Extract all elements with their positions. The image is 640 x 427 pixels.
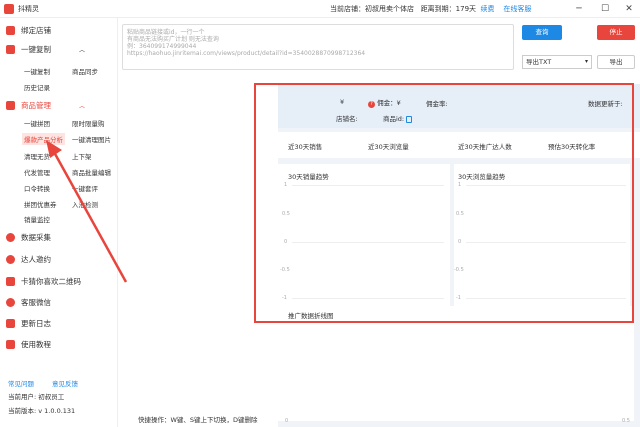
sub-dropship[interactable]: 代发管理 [24, 167, 50, 177]
book-icon [6, 340, 15, 349]
sidebar [0, 18, 118, 427]
export-format-select[interactable]: 导出TXT ▾ [522, 55, 592, 69]
support-link[interactable]: 在线客服 [503, 5, 531, 13]
sub-clean-images[interactable]: 一键清理图片 [72, 134, 111, 144]
sub-hot-product-analysis[interactable]: 爆款产品分析 [22, 133, 65, 145]
menu-influencer[interactable]: 达人邀约 [6, 254, 51, 265]
store-icon [6, 26, 15, 35]
menu-data-collect[interactable]: 数据采集 [6, 232, 51, 243]
data-icon [6, 233, 15, 242]
menu-bind-store[interactable]: 绑定店铺 [6, 25, 51, 36]
menu-service-wechat[interactable]: 客服微信 [6, 297, 51, 308]
search-button[interactable]: 查询 [522, 25, 562, 40]
promo-line-chart [278, 306, 634, 421]
sub-product-sync[interactable]: 商品同步 [72, 66, 98, 76]
menu-update-log[interactable]: 更新日志 [6, 318, 51, 329]
store-label: 当前店铺：初叔甩卖个体店 [330, 5, 414, 13]
sub-batch-edit[interactable]: 商品批量编辑 [72, 167, 111, 177]
maximize-icon[interactable]: ☐ [598, 2, 612, 16]
x-tick: 0 [285, 418, 289, 424]
menu-qrcode[interactable]: 卡猜你喜欢二维码 [6, 276, 81, 287]
store-status: 当前店铺：初叔甩卖个体店 距离到期：179天 续费 在线客服 [330, 4, 531, 14]
sub-one-click-copy[interactable]: 一键复制 [24, 66, 50, 76]
faq-link[interactable]: 常见问题 [8, 378, 34, 388]
shortcut-hint: 快捷操作：W键、S键上下切换，D键删除 [138, 416, 258, 424]
sub-group-coupon[interactable]: 拼团优惠券 [24, 199, 57, 209]
heart-icon [6, 277, 15, 286]
sub-code-convert[interactable]: 口令转换 [24, 183, 50, 193]
sub-group-buy[interactable]: 一键拼团 [24, 118, 50, 128]
sub-review-kit[interactable]: 一键套评 [72, 183, 98, 193]
log-icon [6, 319, 15, 328]
stop-button[interactable]: 停止 [597, 25, 635, 40]
menu-one-click-copy[interactable]: 一键复制 ︿ [6, 44, 85, 55]
current-user: 当前用户: 初叔员工 [8, 393, 65, 401]
chevron-down-icon: ▾ [584, 58, 588, 65]
sub-flash-sale[interactable]: 限时限量购 [72, 118, 105, 128]
product-list-pane[interactable] [122, 76, 274, 416]
product-link-input[interactable]: 粘贴商品链接或id，一行一个 有商品无法购买广计划 则无法查询 例：364099… [122, 24, 514, 70]
headset-icon [6, 298, 15, 307]
sub-sales-monitor[interactable]: 销量监控 [24, 214, 50, 224]
copy-icon [6, 45, 15, 54]
chevron-up-icon: ︿ [79, 47, 86, 54]
feedback-link[interactable]: 意见反馈 [52, 378, 78, 388]
sub-pool-check[interactable]: 入池检测 [72, 199, 98, 209]
close-icon[interactable]: ✕ [622, 2, 636, 16]
renew-link[interactable]: 续费 [481, 5, 495, 13]
menu-product-mgmt[interactable]: 商品管理 ︿ [6, 100, 85, 111]
highlight-box [254, 83, 634, 323]
sub-clear-stock[interactable]: 清理无货 [24, 151, 50, 161]
x-tick: 0.5 [622, 418, 630, 424]
app-logo-icon [4, 3, 14, 14]
person-icon [6, 255, 15, 264]
chevron-up-icon: ︿ [79, 103, 86, 110]
sub-shelf[interactable]: 上下架 [72, 151, 92, 161]
minimize-icon[interactable]: ─ [572, 2, 586, 16]
version: 当前版本: v 1.0.0.131 [8, 407, 76, 415]
grid-icon [6, 101, 15, 110]
title-bar: 抖精灵 [0, 0, 640, 18]
app-title: 抖精灵 [18, 4, 39, 13]
menu-tutorial[interactable]: 使用教程 [6, 339, 51, 350]
export-button[interactable]: 导出 [597, 55, 635, 69]
expiry-label: 距离到期：179天 [420, 5, 477, 13]
sub-history[interactable]: 历史记录 [24, 82, 50, 92]
